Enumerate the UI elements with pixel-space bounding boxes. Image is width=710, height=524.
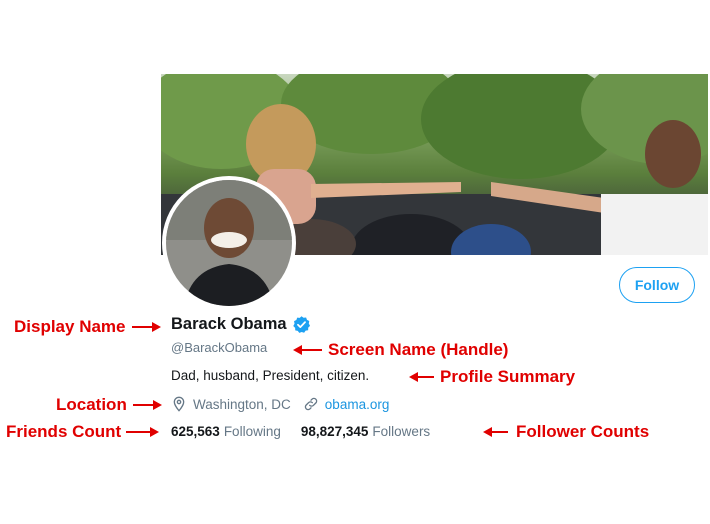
profile-meta: Washington, DC obama.org [171,396,389,412]
verified-badge-icon [292,315,311,334]
annotation-location: Location [56,395,163,415]
display-name: Barack Obama [171,315,311,334]
arrow-icon [131,322,161,332]
followers-count[interactable]: 98,827,345 [301,424,369,439]
annotation-location-text: Location [56,395,127,414]
annotation-screen-name-text: Screen Name (Handle) [328,340,509,359]
website-link[interactable]: obama.org [325,397,390,412]
annotation-screen-name: Screen Name (Handle) [292,340,508,360]
annotation-profile-summary-text: Profile Summary [440,367,576,386]
arrow-icon [409,372,434,382]
annotation-friends-count: Friends Count [6,422,160,442]
display-name-text: Barack Obama [171,315,287,333]
profile-stats: 625,563 Following 98,827,345 Followers [171,424,430,439]
location-text: Washington, DC [193,396,291,412]
annotation-display-name-text: Display Name [14,317,126,336]
annotation-friends-count-text: Friends Count [6,422,122,441]
annotation-follower-counts: Follower Counts [482,422,649,442]
profile-avatar[interactable] [166,180,292,306]
annotation-follower-counts-text: Follower Counts [516,422,650,441]
avatar-photo [166,180,292,306]
arrow-icon [483,427,508,437]
follow-button[interactable]: Follow [619,267,695,303]
profile-bio: Dad, husband, President, citizen. [171,368,370,383]
arrow-icon [126,427,160,437]
location-pin-icon [171,396,187,412]
annotation-display-name: Display Name [14,317,162,337]
followers-label[interactable]: Followers [372,424,430,439]
annotation-profile-summary: Profile Summary [408,367,575,387]
link-icon [303,396,319,412]
arrow-icon [132,400,162,410]
screen-name-handle: @BarackObama [171,340,268,355]
following-count[interactable]: 625,563 [171,424,220,439]
arrow-icon [293,345,322,355]
following-label[interactable]: Following [224,424,281,439]
